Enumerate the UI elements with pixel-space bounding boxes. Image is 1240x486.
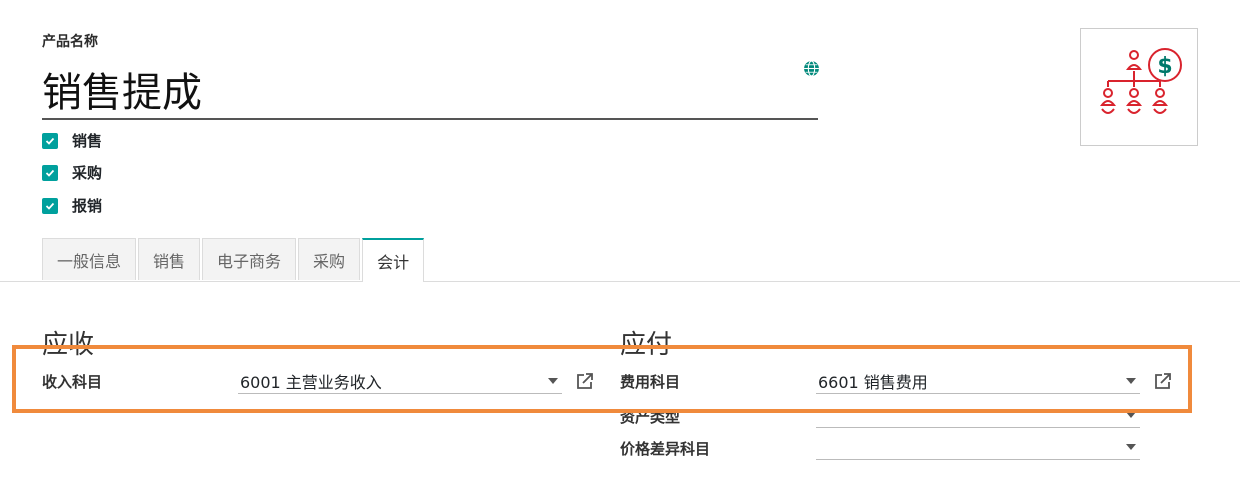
checkbox-label: 报销 xyxy=(72,197,103,215)
svg-text:$: $ xyxy=(1157,54,1172,79)
org-chart-dollar-icon: $ xyxy=(1099,48,1182,114)
tab-general-info[interactable]: 一般信息 xyxy=(42,238,137,280)
product-name-underline xyxy=(42,118,818,120)
product-name-label: 产品名称 xyxy=(42,34,98,50)
checkbox-can-be-expensed[interactable]: 报销 xyxy=(42,195,102,216)
price-difference-account-select[interactable] xyxy=(816,434,1140,460)
checkbox-can-be-purchased[interactable]: 采购 xyxy=(42,162,102,183)
product-name-input[interactable]: 销售提成 xyxy=(42,60,202,118)
product-image[interactable]: $ xyxy=(1080,28,1198,146)
checkbox-checked-icon[interactable] xyxy=(42,197,58,214)
tab-accounting[interactable]: 会计 xyxy=(362,238,425,282)
price-difference-account-label: 价格差异科目 xyxy=(620,440,711,458)
notebook-tabs: 一般信息 销售 电子商务 采购 会计 xyxy=(42,238,426,282)
highlight-box xyxy=(12,345,1192,413)
checkbox-label: 销售 xyxy=(72,132,103,150)
tab-sales[interactable]: 销售 xyxy=(138,238,201,280)
checkbox-label: 采购 xyxy=(72,164,103,182)
tab-purchase[interactable]: 采购 xyxy=(298,238,361,280)
globe-icon[interactable] xyxy=(803,60,820,77)
checkbox-checked-icon[interactable] xyxy=(42,132,58,149)
chevron-down-icon[interactable] xyxy=(1126,443,1136,450)
tab-ecommerce[interactable]: 电子商务 xyxy=(202,238,297,280)
checkbox-can-be-sold[interactable]: 销售 xyxy=(42,130,102,151)
checkbox-checked-icon[interactable] xyxy=(42,164,58,181)
